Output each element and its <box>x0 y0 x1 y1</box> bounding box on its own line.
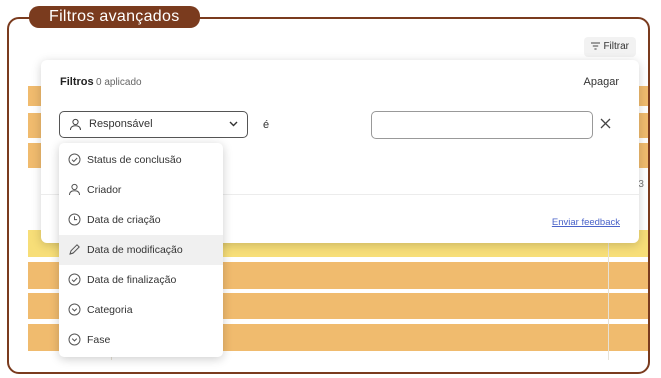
person-icon <box>68 183 81 196</box>
field-dropdown: Status de conclusão Criador Data de cria… <box>59 143 223 357</box>
dropdown-item-label: Data de modificação <box>87 244 183 256</box>
dropdown-item-label: Criador <box>87 184 122 196</box>
filter-button[interactable]: Filtrar <box>584 37 636 57</box>
dropdown-item-data-de-modificacao[interactable]: Data de modificação <box>59 235 223 265</box>
dropdown-item-categoria[interactable]: Categoria <box>59 295 223 325</box>
close-icon[interactable] <box>600 118 611 129</box>
chevron-down-icon <box>229 121 238 127</box>
dropdown-item-label: Data de criação <box>87 214 161 226</box>
dropdown-item-status-de-conclusao[interactable]: Status de conclusão <box>59 145 223 175</box>
frame-title: Filtros avançados <box>29 6 200 28</box>
field-select[interactable]: Responsável <box>59 111 248 138</box>
dropdown-item-label: Fase <box>87 334 111 346</box>
chevron-circle-icon <box>68 333 81 346</box>
dropdown-item-fase[interactable]: Fase <box>59 325 223 355</box>
clear-button[interactable]: Apagar <box>584 76 619 88</box>
applied-count: 0 aplicado <box>96 77 142 88</box>
send-feedback-link[interactable]: Enviar feedback <box>552 217 620 228</box>
field-select-value: Responsável <box>89 118 153 130</box>
dropdown-item-criador[interactable]: Criador <box>59 175 223 205</box>
filter-button-label: Filtrar <box>603 41 629 52</box>
check-circle-icon <box>68 273 81 286</box>
dropdown-item-data-de-criacao[interactable]: Data de criação <box>59 205 223 235</box>
value-input[interactable] <box>371 111 593 139</box>
dropdown-item-data-de-finalizacao[interactable]: Data de finalização <box>59 265 223 295</box>
person-icon <box>69 118 82 131</box>
check-circle-icon <box>68 153 81 166</box>
chevron-circle-icon <box>68 303 81 316</box>
dropdown-item-label: Data de finalização <box>87 274 177 286</box>
operator-label: é <box>263 119 270 131</box>
panel-title: Filtros <box>60 76 94 88</box>
dropdown-item-label: Status de conclusão <box>87 154 182 166</box>
pencil-icon <box>68 243 81 256</box>
dropdown-item-label: Categoria <box>87 304 133 316</box>
clock-icon <box>68 213 81 226</box>
filter-icon <box>591 42 601 50</box>
